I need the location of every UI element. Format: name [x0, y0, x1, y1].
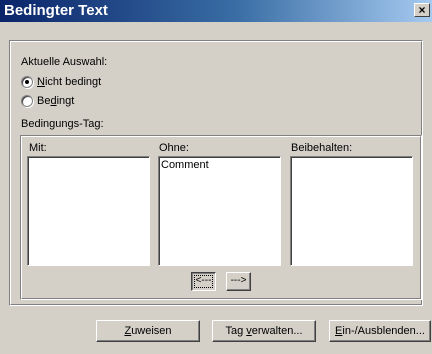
close-button[interactable]: ×: [414, 3, 430, 17]
list-item[interactable]: Comment: [161, 159, 278, 172]
radio-indicator-unchecked[interactable]: [21, 95, 33, 107]
radio-conditional[interactable]: Bedingt: [21, 95, 74, 107]
list-label-without: Ohne:: [159, 142, 189, 154]
title-bar: Bedingter Text ×: [0, 0, 432, 22]
list-with[interactable]: [27, 156, 150, 266]
radio-indicator-checked[interactable]: [21, 76, 33, 88]
apply-button[interactable]: Zuweisen: [96, 320, 200, 342]
current-selection-label: Aktuelle Auswahl:: [21, 56, 108, 68]
window-title: Bedingter Text: [4, 2, 108, 19]
list-label-keep: Beibehalten:: [291, 142, 353, 154]
radio-label-not-conditional-rest: icht bedingt: [44, 76, 102, 88]
radio-not-conditional[interactable]: Nicht bedingt: [21, 76, 101, 88]
radio-label-not-conditional: Nicht bedingt: [37, 76, 102, 88]
show-hide-button[interactable]: Ein-/Ausblenden...: [329, 320, 431, 342]
manage-tags-button[interactable]: Tag verwalten...: [212, 320, 316, 342]
condition-tag-label: Bedingungs-Tag:: [21, 118, 104, 130]
move-left-button[interactable]: <---: [191, 272, 216, 291]
radio-label-conditional: Bedingt: [37, 95, 75, 107]
list-without[interactable]: Comment: [158, 156, 281, 266]
list-keep[interactable]: [290, 156, 413, 266]
list-label-with: Mit:: [29, 142, 47, 154]
move-right-button[interactable]: --->: [226, 272, 251, 291]
